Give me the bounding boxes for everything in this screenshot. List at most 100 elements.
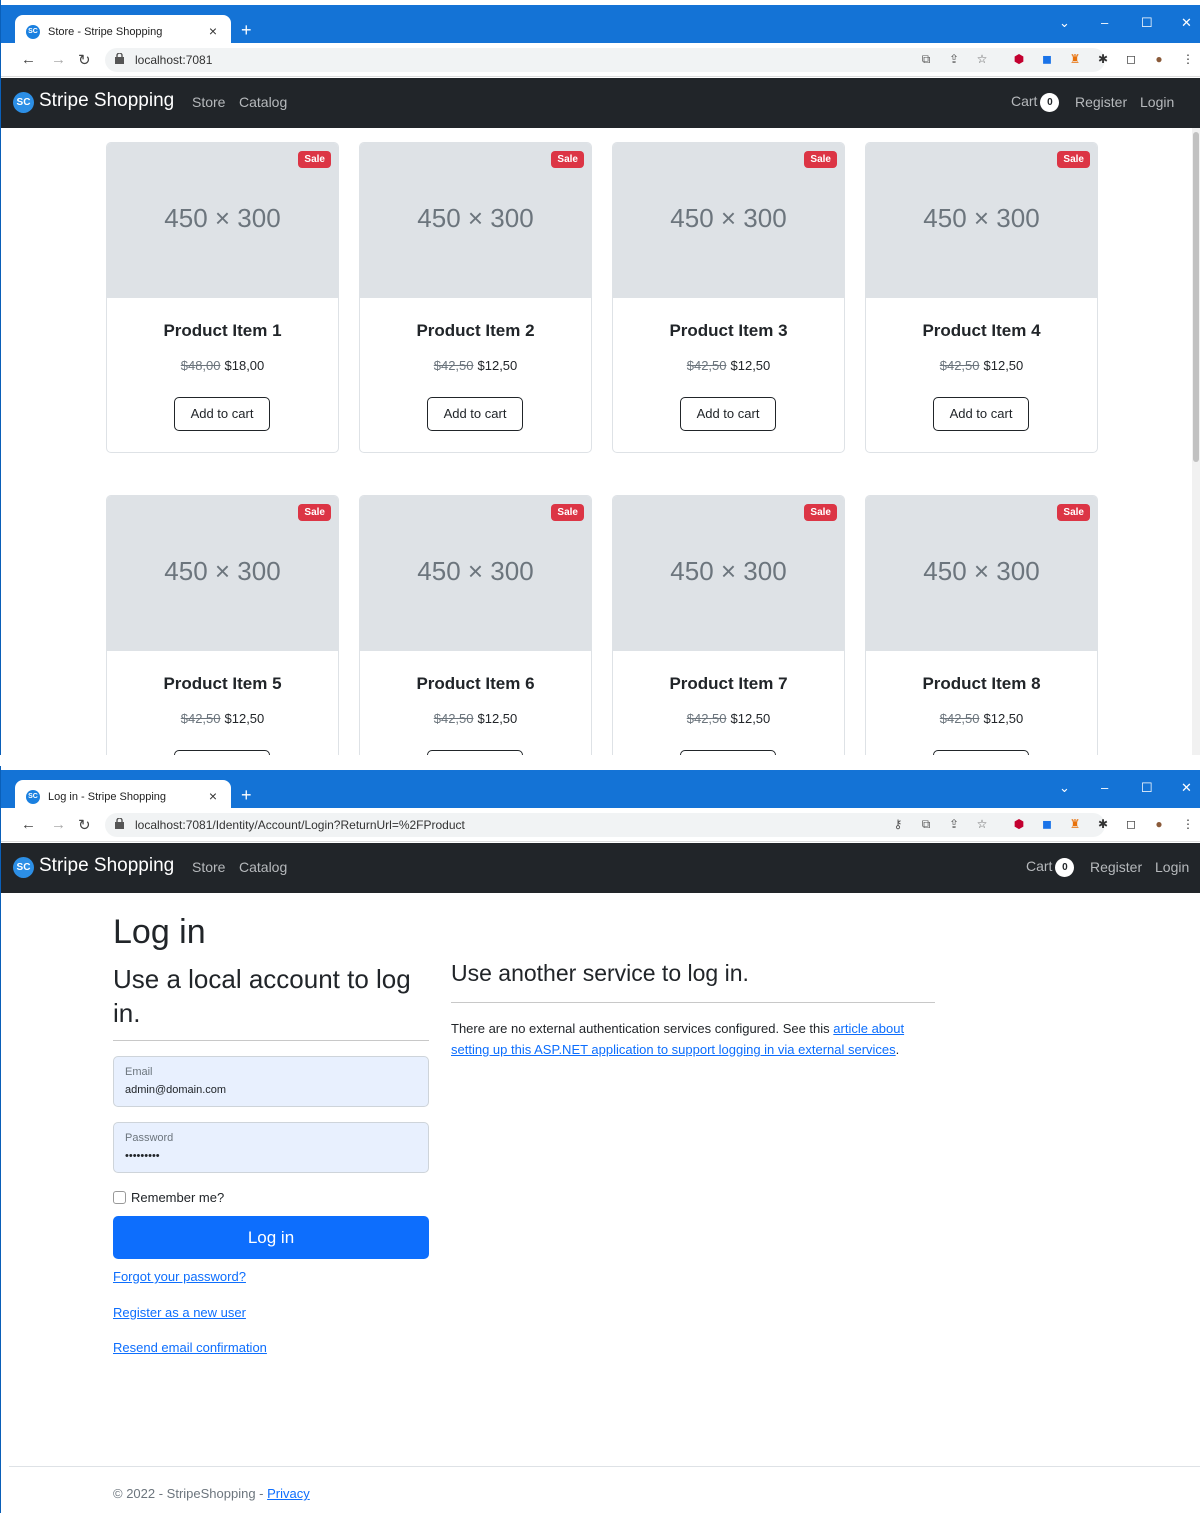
new-tab-icon[interactable]: + — [241, 785, 252, 806]
tab-search-icon[interactable]: ⌄ — [1059, 780, 1070, 796]
image-size-label: 450 × 300 — [164, 556, 281, 586]
brand-link[interactable]: Stripe Shopping — [39, 90, 174, 112]
translate-icon[interactable]: ⧉ — [919, 52, 933, 66]
extension-blue-icon[interactable]: ◼ — [1040, 817, 1054, 831]
product-image-placeholder: 450 × 300 Sale — [613, 496, 844, 651]
nav-cart-link[interactable]: Cart 0 — [1026, 858, 1075, 877]
tab-search-icon[interactable]: ⌄ — [1059, 15, 1070, 31]
angular-icon[interactable]: ⬢ — [1012, 52, 1026, 66]
minimize-icon[interactable]: – — [1101, 15, 1108, 30]
register-link[interactable]: Register as a new user — [113, 1305, 246, 1320]
share-icon[interactable]: ⇪ — [947, 52, 961, 66]
minimize-icon[interactable]: – — [1101, 780, 1108, 795]
old-price: $42,50 — [433, 711, 474, 726]
forgot-password-link[interactable]: Forgot your password? — [113, 1269, 246, 1284]
forward-icon[interactable]: → — [51, 51, 66, 68]
privacy-link[interactable]: Privacy — [267, 1486, 310, 1501]
old-price: $42,50 — [180, 711, 221, 726]
close-tab-icon[interactable]: × — [209, 23, 217, 39]
product-name: Product Item 3 — [669, 321, 788, 340]
share-icon[interactable]: ⇪ — [947, 817, 961, 831]
sale-price: $12,50 — [477, 358, 518, 373]
extension-orange-icon[interactable]: ♜ — [1068, 52, 1082, 66]
product-card: 450 × 300 Sale Product Item 6 $42,50$12,50 A… — [359, 495, 592, 755]
password-label: Password — [125, 1132, 174, 1144]
reload-icon[interactable]: ↻ — [78, 51, 91, 69]
resend-confirmation-link[interactable]: Resend email confirmation — [113, 1340, 267, 1355]
add-to-cart-button[interactable]: Add to cart — [680, 750, 776, 755]
close-window-icon[interactable]: ✕ — [1181, 15, 1192, 31]
product-card: 450 × 300 Sale Product Item 2 $42,50 $12,50 A… — [359, 142, 592, 453]
image-size-label: 450 × 300 — [923, 556, 1040, 586]
page-scrollbar[interactable] — [1192, 128, 1200, 755]
profile-avatar-icon[interactable]: ● — [1152, 52, 1166, 66]
lock-icon — [115, 818, 124, 829]
back-icon[interactable]: ← — [21, 816, 36, 833]
product-name: Product Item 6 — [416, 674, 535, 693]
brand-link[interactable]: Stripe Shopping — [39, 855, 174, 877]
add-to-cart-button[interactable]: Add to cart — [933, 397, 1029, 431]
reload-icon[interactable]: ↻ — [78, 816, 91, 834]
extension-blue-icon[interactable]: ◼ — [1040, 52, 1054, 66]
old-price: $48,00 — [180, 358, 221, 373]
external-end: . — [895, 1042, 900, 1057]
product-image-placeholder: 450 × 300 Sale — [107, 496, 338, 651]
external-text: There are no external authentication ser… — [451, 1021, 834, 1036]
bookmark-star-icon[interactable]: ☆ — [975, 52, 989, 66]
nav-cart-link[interactable]: Cart 0 — [1011, 93, 1060, 112]
add-to-cart-button[interactable]: Add to cart — [933, 750, 1029, 755]
bookmark-star-icon[interactable]: ☆ — [975, 817, 989, 831]
menu-kebab-icon[interactable]: ⋮ — [1181, 52, 1195, 66]
product-card: 450 × 300 Sale Product Item 5 $42,50$12,50 A… — [106, 495, 339, 755]
add-to-cart-button[interactable]: Add to cart — [174, 750, 270, 755]
add-to-cart-button[interactable]: Add to cart — [427, 397, 523, 431]
add-to-cart-button[interactable]: Add to cart — [174, 397, 270, 431]
nav-catalog-link[interactable]: Catalog — [239, 859, 287, 875]
image-size-label: 450 × 300 — [164, 203, 281, 233]
product-card: 450 × 300 Sale Product Item 8 $42,50$12,50 A… — [865, 495, 1098, 755]
menu-kebab-icon[interactable]: ⋮ — [1181, 817, 1195, 831]
scrollbar-thumb[interactable] — [1193, 132, 1199, 462]
tab-title: Log in - Stripe Shopping — [48, 791, 167, 803]
add-to-cart-button[interactable]: Add to cart — [680, 397, 776, 431]
product-name: Product Item 1 — [163, 321, 282, 340]
nav-register-link[interactable]: Register — [1090, 859, 1142, 875]
extension-orange-icon[interactable]: ♜ — [1068, 817, 1082, 831]
extensions-puzzle-icon[interactable]: ✱ — [1096, 52, 1110, 66]
side-panel-icon[interactable]: ◻ — [1124, 817, 1138, 831]
sale-badge: Sale — [551, 504, 584, 521]
login-button[interactable]: Log in — [113, 1216, 429, 1259]
nav-login-link[interactable]: Login — [1155, 859, 1189, 875]
sale-badge: Sale — [1057, 151, 1090, 168]
product-card: 450 × 300 Sale Product Item 4 $42,50 $12,50 A… — [865, 142, 1098, 453]
divider — [113, 1040, 429, 1041]
password-field[interactable]: Password ••••••••• — [113, 1122, 429, 1173]
nav-store-link[interactable]: Store — [192, 859, 225, 875]
maximize-icon[interactable]: ☐ — [1141, 780, 1153, 796]
email-field[interactable]: Email admin@domain.com — [113, 1056, 429, 1107]
key-icon[interactable]: ⚷ — [891, 817, 905, 831]
extensions-puzzle-icon[interactable]: ✱ — [1096, 817, 1110, 831]
close-window-icon[interactable]: ✕ — [1181, 780, 1192, 796]
translate-icon[interactable]: ⧉ — [919, 817, 933, 831]
side-panel-icon[interactable]: ◻ — [1124, 52, 1138, 66]
angular-icon[interactable]: ⬢ — [1012, 817, 1026, 831]
product-price: $48,00 $18,00 — [107, 358, 338, 373]
nav-login-link[interactable]: Login — [1140, 94, 1174, 110]
back-icon[interactable]: ← — [21, 51, 36, 68]
add-to-cart-button[interactable]: Add to cart — [427, 750, 523, 755]
product-name: Product Item 8 — [922, 674, 1041, 693]
close-tab-icon[interactable]: × — [209, 788, 217, 804]
site-navbar: SC Stripe Shopping Store Catalog Cart 0 R… — [1, 843, 1200, 893]
new-tab-icon[interactable]: + — [241, 20, 252, 41]
browser-toolbar: ← → ↻ localhost:7081/Identity/Account/Lo… — [1, 808, 1200, 842]
remember-me-checkbox[interactable] — [113, 1191, 126, 1204]
nav-catalog-link[interactable]: Catalog — [239, 94, 287, 110]
nav-register-link[interactable]: Register — [1075, 94, 1127, 110]
profile-avatar-icon[interactable]: ● — [1152, 817, 1166, 831]
remember-me-label[interactable]: Remember me? — [131, 1190, 224, 1205]
footer: © 2022 - StripeShopping - Privacy — [113, 1486, 310, 1501]
forward-icon[interactable]: → — [51, 816, 66, 833]
maximize-icon[interactable]: ☐ — [1141, 15, 1153, 31]
nav-store-link[interactable]: Store — [192, 94, 225, 110]
